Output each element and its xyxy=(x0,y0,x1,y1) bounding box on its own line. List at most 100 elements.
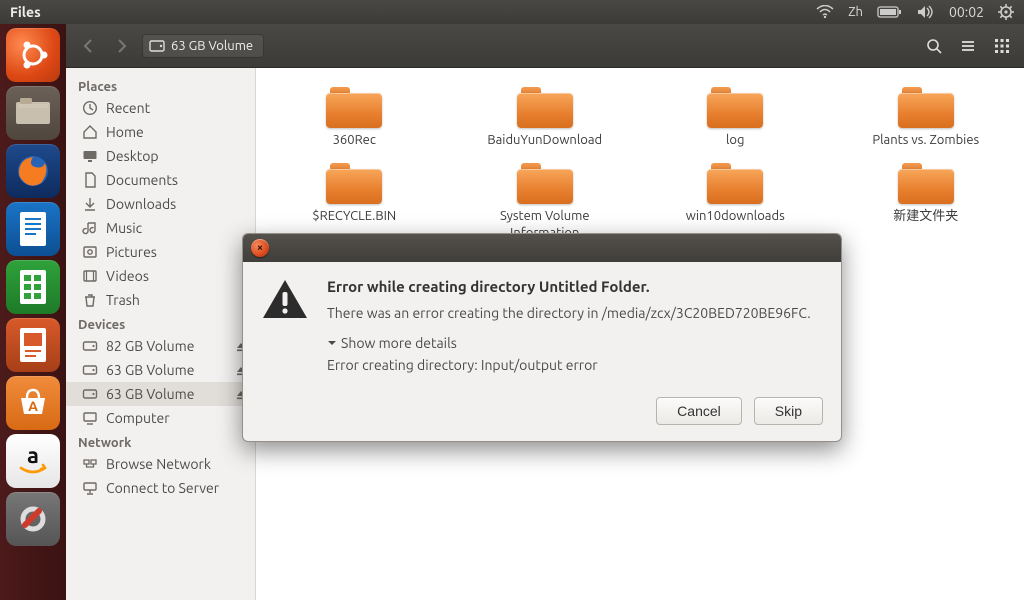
sidebar-item-places-4[interactable]: Downloads xyxy=(66,192,255,216)
sidebar-head-network: Network xyxy=(66,430,255,452)
desktop-icon xyxy=(82,148,98,164)
dialog-detail-line: Error creating directory: Input/output e… xyxy=(327,357,811,373)
cancel-button[interactable]: Cancel xyxy=(656,397,742,425)
sidebar-item-places-6[interactable]: Pictures xyxy=(66,240,255,264)
folder-icon xyxy=(517,160,573,204)
sidebar-item-label: Videos xyxy=(106,268,149,284)
launcher-amazon[interactable]: a xyxy=(6,434,60,488)
sidebar-item-places-1[interactable]: Home xyxy=(66,120,255,144)
folder-icon xyxy=(707,84,763,128)
recent-icon xyxy=(82,100,98,116)
sidebar-item-places-2[interactable]: Desktop xyxy=(66,144,255,168)
battery-indicator[interactable] xyxy=(877,5,903,19)
sidebar-item-label: Pictures xyxy=(106,244,157,260)
svg-text:A: A xyxy=(28,398,38,414)
sidebar-item-network-0[interactable]: Browse Network xyxy=(66,452,255,476)
folder-item[interactable]: BaiduYunDownload xyxy=(453,82,638,150)
folder-label: Plants vs. Zombies xyxy=(872,132,979,148)
sidebar-item-devices-1[interactable]: 63 GB Volume xyxy=(66,358,255,382)
sidebar-item-label: Documents xyxy=(106,172,178,188)
launcher-writer[interactable] xyxy=(6,202,60,256)
nav-forward-button[interactable] xyxy=(108,32,136,60)
breadcrumb[interactable]: 63 GB Volume xyxy=(142,34,264,58)
dialog-titlebar[interactable]: × xyxy=(243,234,841,262)
dialog-close-button[interactable]: × xyxy=(251,239,269,257)
download-icon xyxy=(82,196,98,212)
dialog-details-label: Show more details xyxy=(341,335,457,351)
gear-icon[interactable] xyxy=(998,4,1014,20)
launcher-firefox[interactable] xyxy=(6,144,60,198)
sidebar-item-label: Home xyxy=(106,124,144,140)
nav-back-button[interactable] xyxy=(74,32,102,60)
sidebar-item-label: Music xyxy=(106,220,142,236)
folder-label: BaiduYunDownload xyxy=(487,132,602,148)
music-icon xyxy=(82,220,98,236)
error-dialog: × Error while creating directory Untitle… xyxy=(242,233,842,442)
search-button[interactable] xyxy=(920,32,948,60)
launcher-impress[interactable] xyxy=(6,318,60,372)
dialog-message: There was an error creating the director… xyxy=(327,305,811,321)
drive-icon xyxy=(82,362,98,378)
launcher-calc[interactable] xyxy=(6,260,60,314)
breadcrumb-label: 63 GB Volume xyxy=(171,39,253,53)
warning-icon xyxy=(261,278,309,383)
svg-text:a: a xyxy=(27,443,39,468)
sidebar: Places Recent Home Desktop Documents Downloa… xyxy=(66,68,256,600)
sidebar-item-places-7[interactable]: Videos xyxy=(66,264,255,288)
folder-icon xyxy=(898,160,954,204)
sidebar-head-places: Places xyxy=(66,74,255,96)
drive-icon xyxy=(82,338,98,354)
launcher-settings[interactable] xyxy=(6,492,60,546)
sidebar-item-network-1[interactable]: Connect to Server xyxy=(66,476,255,500)
wifi-indicator[interactable] xyxy=(816,5,834,19)
doc-icon xyxy=(82,172,98,188)
sidebar-item-devices-0[interactable]: 82 GB Volume xyxy=(66,334,255,358)
browse-icon xyxy=(82,456,98,472)
folder-icon xyxy=(326,84,382,128)
skip-button[interactable]: Skip xyxy=(754,397,823,425)
dialog-title: Error while creating directory Untitled … xyxy=(327,278,811,295)
fm-toolbar: 63 GB Volume xyxy=(66,24,1024,68)
sidebar-item-label: Connect to Server xyxy=(106,480,219,496)
system-tray: Zh 00:02 xyxy=(816,4,1018,20)
sidebar-item-label: Downloads xyxy=(106,196,176,212)
folder-item[interactable]: 360Rec xyxy=(262,82,447,150)
active-app-title: Files xyxy=(6,4,41,20)
folder-item[interactable]: win10downloads xyxy=(643,158,828,243)
dialog-details-toggle[interactable]: Show more details xyxy=(327,335,811,351)
sidebar-item-label: 63 GB Volume xyxy=(106,362,194,378)
sidebar-item-label: Trash xyxy=(106,292,140,308)
sidebar-item-devices-2[interactable]: 63 GB Volume xyxy=(66,382,255,406)
sidebar-item-label: Computer xyxy=(106,410,170,426)
view-options-button[interactable] xyxy=(954,32,982,60)
launcher-files[interactable] xyxy=(6,86,60,140)
sidebar-item-places-5[interactable]: Music xyxy=(66,216,255,240)
sidebar-item-places-8[interactable]: Trash xyxy=(66,288,255,312)
folder-icon xyxy=(707,160,763,204)
sidebar-item-places-3[interactable]: Documents xyxy=(66,168,255,192)
sidebar-item-label: Browse Network xyxy=(106,456,211,472)
launcher-dash[interactable] xyxy=(6,28,60,82)
folder-item[interactable]: log xyxy=(643,82,828,150)
folder-item[interactable]: Plants vs. Zombies xyxy=(834,82,1019,150)
folder-label: 360Rec xyxy=(333,132,376,148)
sidebar-item-label: Recent xyxy=(106,100,150,116)
folder-item[interactable]: $RECYCLE.BIN xyxy=(262,158,447,243)
home-icon xyxy=(82,124,98,140)
volume-indicator[interactable] xyxy=(917,5,935,19)
app-grid-button[interactable] xyxy=(988,32,1016,60)
folder-item[interactable]: System Volume Information xyxy=(453,158,638,243)
folder-item[interactable]: 新建文件夹 xyxy=(834,158,1019,243)
pictures-icon xyxy=(82,244,98,260)
clock[interactable]: 00:02 xyxy=(949,4,984,20)
launcher-software-center[interactable]: A xyxy=(6,376,60,430)
ime-indicator[interactable]: Zh xyxy=(848,5,863,19)
folder-label: win10downloads xyxy=(686,208,785,224)
drive-icon xyxy=(82,386,98,402)
sidebar-item-devices-3[interactable]: Computer xyxy=(66,406,255,430)
folder-label: $RECYCLE.BIN xyxy=(312,208,396,224)
connect-icon xyxy=(82,480,98,496)
folder-label: log xyxy=(726,132,745,148)
folder-label: 新建文件夹 xyxy=(893,208,958,224)
sidebar-item-places-0[interactable]: Recent xyxy=(66,96,255,120)
